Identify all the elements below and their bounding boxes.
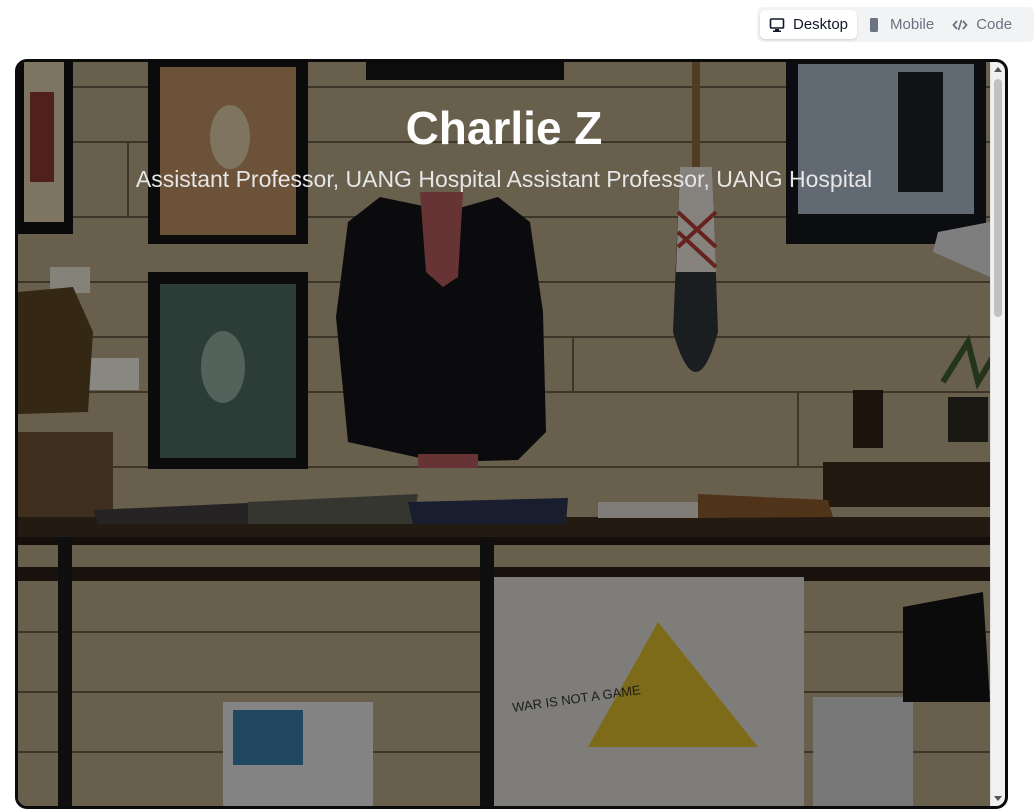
preview-frame: WAR IS NOT A GAME Charlie Z Assistant Pr… bbox=[15, 59, 1008, 809]
vertical-scrollbar[interactable] bbox=[990, 62, 1005, 806]
scroll-thumb[interactable] bbox=[994, 79, 1002, 317]
tab-mobile[interactable]: Mobile bbox=[857, 10, 943, 39]
code-icon bbox=[952, 19, 968, 30]
hero-section: WAR IS NOT A GAME Charlie Z Assistant Pr… bbox=[18, 62, 990, 806]
tab-desktop[interactable]: Desktop bbox=[760, 10, 858, 39]
phone-icon bbox=[870, 17, 879, 32]
tab-code[interactable]: Code bbox=[943, 10, 1021, 39]
scroll-down-arrow-icon[interactable] bbox=[994, 796, 1002, 801]
scroll-up-arrow-icon[interactable] bbox=[994, 67, 1002, 72]
hero-title: Charlie Z bbox=[405, 102, 603, 154]
hero-subtitle: Assistant Professor, UANG Hospital Assis… bbox=[135, 166, 873, 192]
hero-text-block: Charlie Z Assistant Professor, UANG Hosp… bbox=[18, 98, 990, 193]
tab-mobile-label: Mobile bbox=[890, 16, 935, 33]
view-mode-toolbar: Desktop Mobile Code bbox=[757, 7, 1034, 42]
monitor-icon bbox=[769, 17, 785, 32]
tab-desktop-label: Desktop bbox=[793, 16, 849, 33]
tab-code-label: Code bbox=[976, 16, 1013, 33]
